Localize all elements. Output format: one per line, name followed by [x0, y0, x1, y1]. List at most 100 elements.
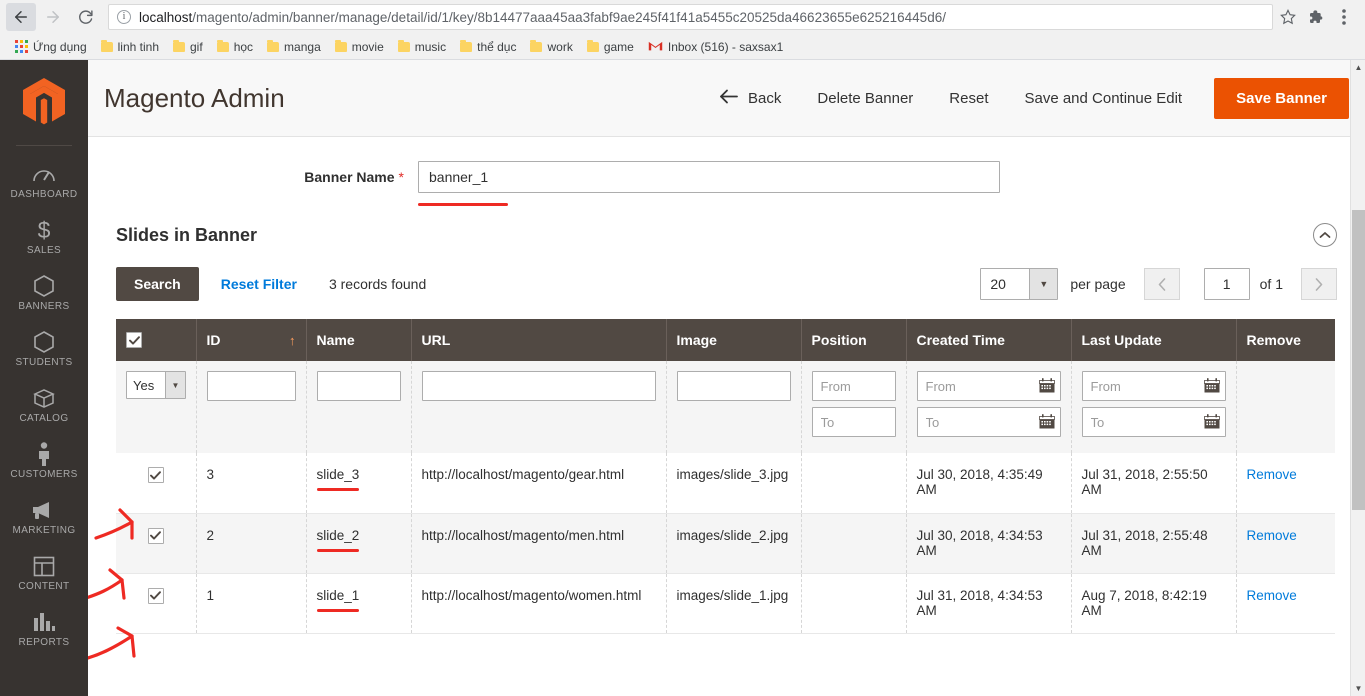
sidebar-item-marketing[interactable]: MARKETING	[0, 488, 88, 544]
extension-icon[interactable]	[1303, 4, 1329, 30]
sidebar-item-sales[interactable]: $ SALES	[0, 208, 88, 264]
calendar-icon[interactable]	[1202, 375, 1222, 395]
column-id[interactable]: ID ↑	[196, 319, 307, 361]
bookmark-label: music	[414, 39, 447, 54]
bookmark-star-icon[interactable]	[1275, 4, 1301, 30]
select-all-checkbox[interactable]	[126, 332, 142, 349]
sidebar-item-label: STUDENTS	[15, 357, 73, 368]
filter-input-url[interactable]	[421, 371, 656, 401]
reset-filter-link[interactable]: Reset Filter	[221, 276, 297, 292]
address-bar[interactable]: i localhost/magento/admin/banner/manage/…	[108, 4, 1273, 30]
vertical-scrollbar[interactable]: ▲ ▼	[1350, 60, 1365, 696]
folder-icon	[216, 39, 229, 52]
column-last-update[interactable]: Last Update	[1071, 319, 1237, 361]
page-number-input[interactable]: 1	[1203, 268, 1250, 300]
column-position[interactable]: Position	[801, 319, 907, 361]
table-row[interactable]: 3 slide_3 http://localhost/magento/gear.…	[116, 453, 1335, 514]
calendar-icon[interactable]	[1202, 411, 1222, 431]
bookmark-movie[interactable]: movie	[328, 38, 391, 56]
bookmark-music[interactable]: music	[391, 38, 453, 56]
filter-input-position-to[interactable]	[811, 407, 896, 437]
sidebar-item-label: CONTENT	[18, 581, 70, 592]
bookmark-label: Ứng dụng	[33, 39, 87, 54]
previous-page-button[interactable]	[1143, 268, 1180, 300]
bookmark-label: game	[603, 39, 634, 54]
row-select-cell[interactable]	[116, 453, 197, 514]
save-and-continue-edit-button[interactable]: Save and Continue Edit	[1006, 80, 1200, 117]
reset-button[interactable]: Reset	[931, 80, 1006, 117]
cell-remove[interactable]: Remove	[1236, 513, 1335, 574]
filter-input-image[interactable]	[676, 371, 791, 401]
box-icon	[2, 385, 86, 411]
cell-id: 2	[196, 513, 307, 574]
chevron-up-circle-icon[interactable]	[1313, 223, 1337, 247]
filter-updated-to-wrap	[1081, 407, 1226, 437]
row-checkbox[interactable]	[147, 527, 164, 544]
scroll-down-arrow[interactable]: ▼	[1351, 681, 1365, 696]
row-select-cell[interactable]	[116, 573, 197, 634]
table-row[interactable]: 2 slide_2 http://localhost/magento/men.h…	[116, 513, 1335, 574]
sidebar-item-customers[interactable]: CUSTOMERS	[0, 432, 88, 488]
table-body: 3 slide_3 http://localhost/magento/gear.…	[116, 453, 1335, 634]
scroll-up-arrow[interactable]: ▲	[1351, 60, 1365, 75]
calendar-icon[interactable]	[1037, 411, 1057, 431]
filter-input-name[interactable]	[316, 371, 401, 401]
sidebar-item-catalog[interactable]: CATALOG	[0, 376, 88, 432]
next-page-button[interactable]	[1301, 268, 1337, 300]
per-page-select[interactable]: 20 ▼	[980, 268, 1059, 300]
calendar-icon[interactable]	[1037, 375, 1057, 395]
delete-banner-button[interactable]: Delete Banner	[799, 80, 931, 117]
scrollbar-thumb[interactable]	[1352, 210, 1365, 510]
search-button[interactable]: Search	[116, 267, 199, 301]
row-select-cell[interactable]	[116, 513, 197, 574]
cell-created: Jul 30, 2018, 4:34:53 AM	[906, 513, 1072, 574]
remove-link[interactable]: Remove	[1247, 467, 1297, 482]
sidebar-item-reports[interactable]: REPORTS	[0, 600, 88, 656]
cell-remove[interactable]: Remove	[1236, 453, 1335, 514]
sidebar-item-students[interactable]: STUDENTS	[0, 320, 88, 376]
bookmark-manga[interactable]: manga	[260, 38, 328, 56]
save-banner-button[interactable]: Save Banner	[1214, 77, 1349, 119]
bookmark-inbox[interactable]: Inbox (516) - saxsax1	[641, 38, 790, 56]
remove-link[interactable]: Remove	[1247, 588, 1297, 603]
sidebar-item-banners[interactable]: BANNERS	[0, 264, 88, 320]
cell-image: images/slide_1.jpg	[666, 573, 802, 634]
sidebar-item-dashboard[interactable]: DASHBOARD	[0, 152, 88, 208]
magento-logo-icon[interactable]	[23, 78, 65, 131]
bookmark-gif[interactable]: gif	[166, 38, 210, 56]
column-select-all[interactable]	[116, 319, 197, 361]
browser-menu-icon[interactable]	[1331, 4, 1357, 30]
filter-input-id[interactable]	[206, 371, 296, 401]
bookmark-linh-tinh[interactable]: linh tinh	[94, 38, 166, 56]
row-checkbox[interactable]	[147, 467, 164, 483]
site-info-icon[interactable]: i	[117, 10, 131, 24]
sidebar-item-content[interactable]: CONTENT	[0, 544, 88, 600]
annotation-underline-banner-name	[418, 203, 508, 206]
column-created-time[interactable]: Created Time	[906, 319, 1072, 361]
row-checkbox[interactable]	[147, 587, 164, 604]
total-pages-label: of 1	[1259, 276, 1283, 292]
per-page-label: per page	[1070, 276, 1126, 292]
filter-input-position-from[interactable]	[811, 371, 896, 401]
bookmark-the-duc[interactable]: thể dục	[453, 38, 523, 56]
bookmark-apps[interactable]: Ứng dụng	[8, 38, 94, 56]
sidebar-item-label: REPORTS	[18, 637, 70, 648]
remove-link[interactable]: Remove	[1247, 528, 1297, 543]
cell-name: slide_2	[306, 513, 412, 574]
column-url[interactable]: URL	[411, 319, 667, 361]
forward-button[interactable]	[38, 3, 68, 31]
folder-icon	[460, 39, 473, 52]
banner-name-input[interactable]	[418, 161, 1000, 193]
table-row[interactable]: 1 slide_1 http://localhost/magento/women…	[116, 573, 1335, 634]
sidebar-item-label: MARKETING	[12, 525, 76, 536]
reload-button[interactable]	[70, 3, 100, 31]
column-name[interactable]: Name	[306, 319, 412, 361]
back-button[interactable]: Back	[701, 79, 799, 118]
bookmark-hoc[interactable]: học	[210, 38, 260, 56]
column-image[interactable]: Image	[666, 319, 802, 361]
back-button[interactable]	[6, 3, 36, 31]
bookmark-work[interactable]: work	[523, 38, 579, 56]
filter-select-massaction[interactable]: Yes ▼	[126, 371, 186, 399]
bookmark-game[interactable]: game	[580, 38, 641, 56]
cell-remove[interactable]: Remove	[1236, 573, 1335, 634]
